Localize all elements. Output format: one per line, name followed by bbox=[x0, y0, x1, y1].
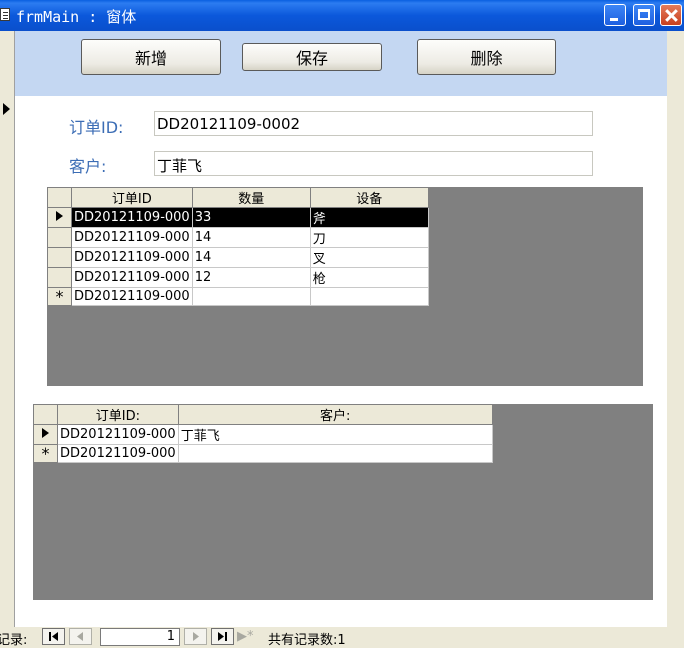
column-header[interactable]: 客户: bbox=[177, 404, 493, 425]
minimize-button[interactable] bbox=[604, 4, 626, 26]
cell-device[interactable]: 叉 bbox=[309, 247, 429, 268]
record-navigation-bar: 记录: 1 ▶* 共有记录数:1 bbox=[0, 627, 684, 648]
row-selector[interactable] bbox=[47, 247, 72, 268]
customer-field[interactable]: 丁菲飞 bbox=[154, 151, 593, 176]
cell-order-id[interactable]: DD20121109-000 bbox=[71, 247, 193, 268]
record-count-text: 共有记录数:1 bbox=[268, 633, 346, 648]
last-record-button[interactable] bbox=[211, 628, 234, 645]
delete-button[interactable]: 删除 bbox=[417, 39, 556, 75]
cell-customer[interactable] bbox=[177, 444, 493, 463]
table-row[interactable]: DD20121109-000 丁菲飞 bbox=[33, 424, 493, 445]
cell-quantity[interactable] bbox=[191, 287, 311, 306]
row-selector[interactable] bbox=[33, 424, 58, 445]
current-row-arrow-icon bbox=[56, 211, 63, 221]
form-detail: 订单ID: DD20121109-0002 客户: 丁菲飞 订单ID 数量 设备… bbox=[15, 96, 667, 627]
window-title: frmMain : 窗体 bbox=[16, 8, 137, 26]
current-record-input[interactable]: 1 bbox=[100, 628, 180, 646]
customer-label: 客户: bbox=[69, 157, 107, 176]
new-button[interactable]: 新增 bbox=[81, 39, 221, 75]
record-label: 记录: bbox=[0, 633, 28, 648]
new-record-row[interactable]: * DD20121109-000 bbox=[47, 287, 429, 306]
column-header[interactable]: 订单ID: bbox=[57, 404, 179, 425]
row-selector[interactable] bbox=[47, 227, 72, 248]
order-subform[interactable]: 订单ID: 客户: DD20121109-000 丁菲飞 * DD2012110… bbox=[33, 404, 653, 600]
order-grid: 订单ID: 客户: DD20121109-000 丁菲飞 * DD2012110… bbox=[33, 404, 493, 463]
cell-device[interactable]: 斧 bbox=[309, 207, 429, 228]
next-record-icon bbox=[193, 632, 199, 641]
cell-quantity[interactable]: 12 bbox=[191, 267, 311, 288]
cell-device[interactable] bbox=[309, 287, 429, 306]
cell-order-id[interactable]: DD20121109-000 bbox=[71, 207, 193, 228]
select-all-corner[interactable] bbox=[33, 404, 58, 425]
column-header[interactable]: 订单ID bbox=[71, 187, 193, 208]
next-record-button[interactable] bbox=[184, 628, 207, 645]
cell-quantity[interactable]: 33 bbox=[191, 207, 311, 228]
column-header[interactable]: 设备 bbox=[309, 187, 429, 208]
previous-record-button[interactable] bbox=[69, 628, 92, 645]
new-record-selector[interactable]: * bbox=[33, 444, 58, 463]
new-record-star-icon: * bbox=[41, 444, 50, 463]
order-detail-grid: 订单ID 数量 设备 DD20121109-000 33 斧 DD2012110… bbox=[47, 187, 429, 306]
row-selector[interactable] bbox=[47, 267, 72, 288]
first-record-button[interactable] bbox=[42, 628, 65, 645]
previous-record-icon bbox=[77, 632, 83, 641]
table-row[interactable]: DD20121109-000 14 叉 bbox=[47, 247, 429, 268]
save-button[interactable]: 保存 bbox=[242, 43, 382, 71]
cell-customer[interactable]: 丁菲飞 bbox=[177, 424, 493, 445]
new-record-selector[interactable]: * bbox=[47, 287, 72, 306]
form-header: 新增 保存 删除 bbox=[15, 31, 667, 96]
order-detail-subform[interactable]: 订单ID 数量 设备 DD20121109-000 33 斧 DD2012110… bbox=[47, 187, 643, 386]
cell-order-id[interactable]: DD20121109-000 bbox=[71, 287, 193, 306]
new-record-row[interactable]: * DD20121109-000 bbox=[33, 444, 493, 463]
cell-device[interactable]: 刀 bbox=[309, 227, 429, 248]
last-record-icon bbox=[218, 632, 227, 641]
close-button[interactable] bbox=[660, 4, 682, 26]
column-header[interactable]: 数量 bbox=[191, 187, 311, 208]
first-record-icon bbox=[49, 632, 58, 641]
order-id-field[interactable]: DD20121109-0002 bbox=[154, 111, 593, 136]
table-row[interactable]: DD20121109-000 12 枪 bbox=[47, 267, 429, 288]
cell-quantity[interactable]: 14 bbox=[191, 247, 311, 268]
cell-quantity[interactable]: 14 bbox=[191, 227, 311, 248]
new-record-button[interactable]: ▶* bbox=[237, 629, 254, 644]
new-record-star-icon: * bbox=[55, 287, 64, 306]
table-row[interactable]: DD20121109-000 14 刀 bbox=[47, 227, 429, 248]
cell-order-id[interactable]: DD20121109-000 bbox=[57, 424, 179, 445]
maximize-button[interactable] bbox=[633, 4, 655, 26]
cell-order-id[interactable]: DD20121109-000 bbox=[71, 267, 193, 288]
grid-header-row: 订单ID 数量 设备 bbox=[47, 187, 429, 208]
select-all-corner[interactable] bbox=[47, 187, 72, 208]
title-bar: frmMain : 窗体 bbox=[0, 0, 684, 31]
cell-order-id[interactable]: DD20121109-000 bbox=[57, 444, 179, 463]
current-record-arrow-icon bbox=[3, 103, 10, 115]
record-selector[interactable] bbox=[0, 31, 15, 627]
grid-header-row: 订单ID: 客户: bbox=[33, 404, 493, 425]
cell-device[interactable]: 枪 bbox=[309, 267, 429, 288]
table-row[interactable]: DD20121109-000 33 斧 bbox=[47, 207, 429, 228]
current-row-arrow-icon bbox=[42, 428, 49, 438]
cell-order-id[interactable]: DD20121109-000 bbox=[71, 227, 193, 248]
row-selector[interactable] bbox=[47, 207, 72, 228]
order-id-label: 订单ID: bbox=[69, 118, 124, 137]
form-icon[interactable] bbox=[0, 8, 10, 21]
